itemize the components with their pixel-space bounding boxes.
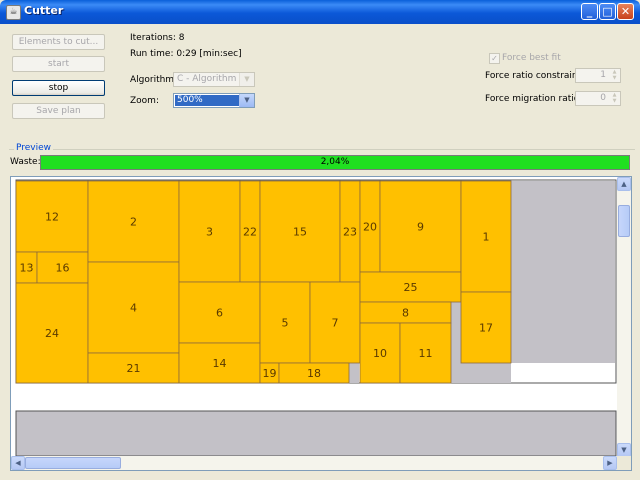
piece-8-label: 8 — [402, 307, 409, 320]
piece-6-label: 6 — [216, 307, 223, 320]
scroll-down-icon[interactable]: ▼ — [617, 443, 631, 457]
piece-2-label: 2 — [130, 216, 137, 229]
piece-7-label: 7 — [332, 317, 339, 330]
algorithm-value: C - Algorithm — [177, 74, 237, 84]
horizontal-scroll-thumb[interactable] — [25, 457, 121, 469]
scroll-up-icon[interactable]: ▲ — [617, 177, 631, 191]
scrap-area — [451, 301, 461, 383]
cutting-plan-canvas: 1213 162424213 2261415 235 719 1820 925810 1111… — [15, 179, 617, 456]
piece-20-label: 20 — [363, 221, 377, 234]
algorithm-label: Algorithm: — [130, 75, 178, 85]
force-ratio-label: Force ratio constraint: — [485, 71, 585, 81]
spinner-arrows-icon[interactable]: ▲ ▼ — [609, 92, 620, 105]
piece-18-label: 18 — [307, 367, 321, 380]
save-plan-button[interactable]: Save plan — [12, 103, 105, 119]
piece-1-label: 1 — [483, 231, 490, 244]
horizontal-scrollbar[interactable]: ◀ ▶ — [11, 456, 617, 470]
minimize-icon: _ — [586, 5, 593, 18]
piece-25-label: 25 — [404, 281, 418, 294]
zoom-label: Zoom: — [130, 96, 159, 106]
piece-14-label: 14 — [213, 357, 227, 370]
force-migration-spinner[interactable]: 0 ▲ ▼ — [575, 91, 621, 106]
piece-13-label: 13 — [20, 262, 34, 275]
piece-15-label: 15 — [293, 226, 307, 239]
cutting-plan-viewport[interactable]: 12 13 16 24 2 4 21 3 22 6 14 15 23 5 7 19 18 20 9 25 8 10 11 1 1… — [10, 176, 632, 471]
force-ratio-value: 1 — [600, 70, 606, 80]
zoom-value: 500% — [175, 95, 239, 106]
scrap-area — [461, 363, 511, 383]
waste-progress-bar: 2,04% — [40, 155, 630, 170]
piece-10-label: 10 — [373, 347, 387, 360]
stop-button[interactable]: stop — [12, 80, 105, 96]
elements-to-cut-button[interactable]: Elements to cut... — [12, 34, 105, 50]
preview-group-border — [9, 149, 635, 150]
window-title: Cutter — [24, 4, 64, 17]
vertical-scrollbar[interactable]: ▲ ▼ — [617, 177, 631, 457]
iterations-label: Iterations: 8 — [130, 33, 185, 43]
algorithm-select[interactable]: C - Algorithm ▼ — [173, 72, 255, 87]
title-bar[interactable]: ☕ Cutter _ □ ✕ — [0, 0, 640, 24]
chevron-down-icon: ▼ — [239, 73, 254, 86]
maximize-icon: □ — [602, 5, 613, 18]
close-icon: ✕ — [620, 5, 631, 18]
vertical-scroll-thumb[interactable] — [618, 205, 630, 237]
force-best-fit-checkbox[interactable]: ✓ — [489, 53, 500, 64]
java-app-icon: ☕ — [6, 5, 21, 20]
scrollbar-corner — [617, 456, 631, 470]
preview-group-title: Preview — [14, 143, 54, 153]
minimize-button[interactable]: _ — [581, 3, 598, 20]
force-best-fit-label: Force best fit — [502, 53, 561, 63]
scroll-left-icon[interactable]: ◀ — [11, 456, 25, 470]
scrap-area — [511, 181, 615, 363]
chevron-down-icon: ▼ — [239, 94, 254, 107]
piece-24-label: 24 — [45, 327, 59, 340]
piece-23-label: 23 — [343, 226, 357, 239]
piece-19-label: 19 — [263, 367, 277, 380]
check-icon: ✓ — [491, 54, 498, 63]
spinner-arrows-icon[interactable]: ▲ ▼ — [609, 69, 620, 82]
zoom-select[interactable]: 500% ▼ — [173, 93, 255, 108]
force-migration-label: Force migration ratio: — [485, 94, 583, 104]
next-sheet-board — [15, 410, 617, 456]
scroll-right-icon[interactable]: ▶ — [603, 456, 617, 470]
run-time-label: Run time: 0:29 [min:sec] — [130, 49, 242, 59]
piece-11-label: 11 — [419, 347, 433, 360]
piece-16-label: 16 — [56, 262, 70, 275]
scrap-area — [349, 363, 359, 383]
waste-label: Waste: — [10, 157, 41, 167]
piece-9-label: 9 — [417, 221, 424, 234]
piece-17-label: 17 — [479, 322, 493, 335]
pieces-layer: 1213 162424213 2261415 235 719 1820 925810 1111… — [15, 180, 512, 384]
waste-value: 2,04% — [320, 157, 350, 167]
main-panel: Elements to cut... start stop Save plan … — [3, 24, 637, 477]
start-button[interactable]: start — [12, 56, 105, 72]
force-ratio-spinner[interactable]: 1 ▲ ▼ — [575, 68, 621, 83]
piece-22-label: 22 — [243, 226, 257, 239]
piece-5-label: 5 — [282, 317, 289, 330]
close-button[interactable]: ✕ — [617, 3, 634, 20]
force-migration-value: 0 — [600, 93, 606, 103]
piece-4-label: 4 — [130, 302, 137, 315]
piece-21-label: 21 — [127, 362, 141, 375]
piece-12-label: 12 — [45, 211, 59, 224]
piece-3-label: 3 — [206, 226, 213, 239]
maximize-button[interactable]: □ — [599, 3, 616, 20]
